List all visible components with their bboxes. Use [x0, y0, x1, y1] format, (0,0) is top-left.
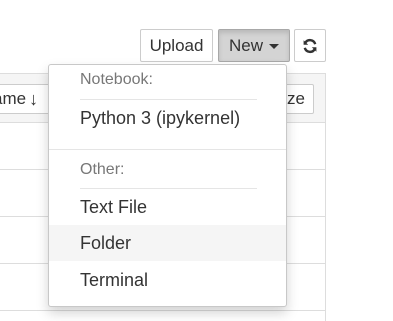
menu-item-python3-kernel[interactable]: Python 3 (ipykernel) — [49, 100, 286, 136]
upload-button-label: Upload — [149, 35, 204, 55]
menu-item-terminal[interactable]: Terminal — [49, 262, 286, 298]
new-dropdown-menu: Notebook: Python 3 (ipykernel) Other: Te… — [48, 64, 287, 307]
other-section-header: Other: — [80, 161, 125, 178]
refresh-button[interactable] — [294, 29, 326, 62]
menu-item-folder[interactable]: Folder — [49, 225, 286, 261]
new-button-label: New — [228, 35, 263, 55]
menu-divider — [49, 149, 286, 150]
sort-by-size-label: ze — [287, 89, 305, 108]
notebook-section-header: Notebook: — [80, 71, 153, 88]
upload-button[interactable]: Upload — [140, 29, 213, 62]
caret-down-icon — [269, 44, 279, 49]
refresh-icon — [303, 38, 317, 53]
list-row-divider — [0, 310, 325, 311]
menu-item-text-file[interactable]: Text File — [49, 189, 286, 225]
sort-down-arrow-icon: ↓ — [29, 88, 39, 109]
file-browser-view: ame ↓ ze Upload New Notebook: Python 3 (… — [0, 0, 393, 321]
sort-by-name-label: ame — [0, 89, 27, 108]
new-button[interactable]: New — [218, 29, 290, 62]
